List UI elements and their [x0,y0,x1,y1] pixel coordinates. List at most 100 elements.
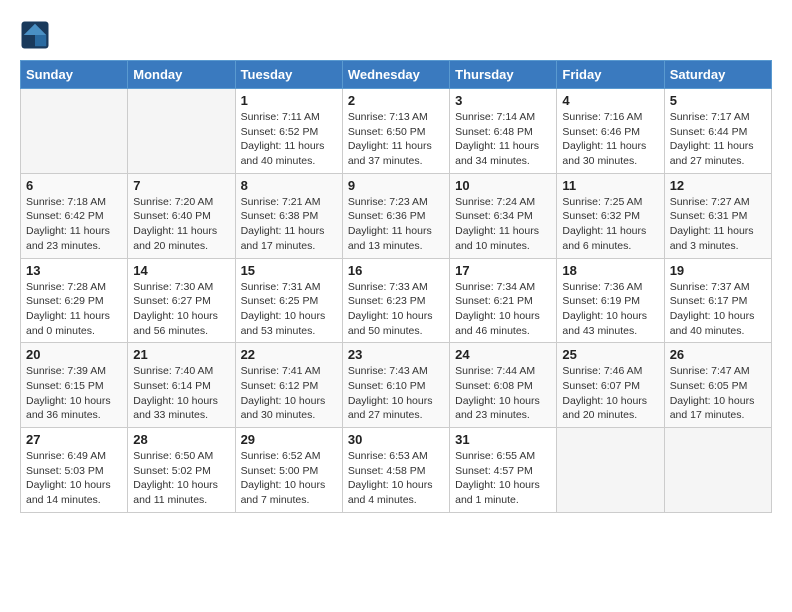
day-number: 17 [455,263,551,278]
calendar-cell [557,428,664,513]
day-number: 11 [562,178,658,193]
calendar-cell: 22 Sunrise: 7:41 AM Sunset: 6:12 PM Dayli… [235,343,342,428]
calendar-cell: 18 Sunrise: 7:36 AM Sunset: 6:19 PM Dayli… [557,258,664,343]
day-number: 10 [455,178,551,193]
calendar-table: SundayMondayTuesdayWednesdayThursdayFrid… [20,60,772,513]
day-number: 5 [670,93,766,108]
day-detail: Sunrise: 7:41 AM Sunset: 6:12 PM Dayligh… [241,364,337,423]
day-number: 3 [455,93,551,108]
calendar-week-row: 13 Sunrise: 7:28 AM Sunset: 6:29 PM Dayli… [21,258,772,343]
day-detail: Sunrise: 7:44 AM Sunset: 6:08 PM Dayligh… [455,364,551,423]
calendar-cell: 26 Sunrise: 7:47 AM Sunset: 6:05 PM Dayli… [664,343,771,428]
day-of-week-header: Monday [128,61,235,89]
calendar-cell: 4 Sunrise: 7:16 AM Sunset: 6:46 PM Daylig… [557,89,664,174]
calendar-cell: 24 Sunrise: 7:44 AM Sunset: 6:08 PM Dayli… [450,343,557,428]
day-detail: Sunrise: 7:18 AM Sunset: 6:42 PM Dayligh… [26,195,122,254]
logo [20,20,54,50]
day-number: 26 [670,347,766,362]
day-number: 19 [670,263,766,278]
calendar-cell: 16 Sunrise: 7:33 AM Sunset: 6:23 PM Dayli… [342,258,449,343]
day-number: 8 [241,178,337,193]
day-detail: Sunrise: 6:53 AM Sunset: 4:58 PM Dayligh… [348,449,444,508]
day-number: 22 [241,347,337,362]
day-number: 12 [670,178,766,193]
calendar-cell: 5 Sunrise: 7:17 AM Sunset: 6:44 PM Daylig… [664,89,771,174]
day-number: 2 [348,93,444,108]
day-number: 28 [133,432,229,447]
day-number: 4 [562,93,658,108]
day-number: 6 [26,178,122,193]
day-detail: Sunrise: 7:37 AM Sunset: 6:17 PM Dayligh… [670,280,766,339]
calendar-week-row: 20Sunrise: 7:39 AM Sunset: 6:15 PM Dayli… [21,343,772,428]
day-detail: Sunrise: 7:13 AM Sunset: 6:50 PM Dayligh… [348,110,444,169]
day-detail: Sunrise: 7:33 AM Sunset: 6:23 PM Dayligh… [348,280,444,339]
day-of-week-header: Saturday [664,61,771,89]
day-detail: Sunrise: 7:43 AM Sunset: 6:10 PM Dayligh… [348,364,444,423]
calendar-cell: 30 Sunrise: 6:53 AM Sunset: 4:58 PM Dayli… [342,428,449,513]
calendar-cell: 6 Sunrise: 7:18 AM Sunset: 6:42 PM Daylig… [21,173,128,258]
calendar-cell: 21Sunrise: 7:40 AM Sunset: 6:14 PM Dayli… [128,343,235,428]
day-detail: Sunrise: 6:52 AM Sunset: 5:00 PM Dayligh… [241,449,337,508]
calendar-cell: 8 Sunrise: 7:21 AM Sunset: 6:38 PM Daylig… [235,173,342,258]
day-number: 18 [562,263,658,278]
day-detail: Sunrise: 7:47 AM Sunset: 6:05 PM Dayligh… [670,364,766,423]
day-detail: Sunrise: 7:23 AM Sunset: 6:36 PM Dayligh… [348,195,444,254]
calendar-header-row: SundayMondayTuesdayWednesdayThursdayFrid… [21,61,772,89]
calendar-cell: 25Sunrise: 7:46 AM Sunset: 6:07 PM Dayli… [557,343,664,428]
day-number: 27 [26,432,122,447]
day-detail: Sunrise: 7:46 AM Sunset: 6:07 PM Dayligh… [562,364,658,423]
day-number: 7 [133,178,229,193]
day-detail: Sunrise: 7:14 AM Sunset: 6:48 PM Dayligh… [455,110,551,169]
day-number: 24 [455,347,551,362]
day-of-week-header: Wednesday [342,61,449,89]
day-detail: Sunrise: 7:20 AM Sunset: 6:40 PM Dayligh… [133,195,229,254]
day-detail: Sunrise: 7:36 AM Sunset: 6:19 PM Dayligh… [562,280,658,339]
day-detail: Sunrise: 7:27 AM Sunset: 6:31 PM Dayligh… [670,195,766,254]
day-of-week-header: Tuesday [235,61,342,89]
calendar-cell: 13 Sunrise: 7:28 AM Sunset: 6:29 PM Dayli… [21,258,128,343]
day-detail: Sunrise: 7:28 AM Sunset: 6:29 PM Dayligh… [26,280,122,339]
calendar-cell: 20Sunrise: 7:39 AM Sunset: 6:15 PM Dayli… [21,343,128,428]
day-number: 1 [241,93,337,108]
day-detail: Sunrise: 7:16 AM Sunset: 6:46 PM Dayligh… [562,110,658,169]
day-number: 23 [348,347,444,362]
calendar-cell: 11 Sunrise: 7:25 AM Sunset: 6:32 PM Dayli… [557,173,664,258]
calendar-cell: 9 Sunrise: 7:23 AM Sunset: 6:36 PM Daylig… [342,173,449,258]
day-number: 16 [348,263,444,278]
calendar-cell: 7 Sunrise: 7:20 AM Sunset: 6:40 PM Daylig… [128,173,235,258]
day-detail: Sunrise: 7:17 AM Sunset: 6:44 PM Dayligh… [670,110,766,169]
calendar-cell: 29Sunrise: 6:52 AM Sunset: 5:00 PM Dayli… [235,428,342,513]
calendar-cell: 23 Sunrise: 7:43 AM Sunset: 6:10 PM Dayli… [342,343,449,428]
day-of-week-header: Friday [557,61,664,89]
day-detail: Sunrise: 7:21 AM Sunset: 6:38 PM Dayligh… [241,195,337,254]
day-number: 30 [348,432,444,447]
day-detail: Sunrise: 7:39 AM Sunset: 6:15 PM Dayligh… [26,364,122,423]
calendar-cell: 31Sunrise: 6:55 AM Sunset: 4:57 PM Dayli… [450,428,557,513]
day-number: 9 [348,178,444,193]
calendar-cell: 3 Sunrise: 7:14 AM Sunset: 6:48 PM Daylig… [450,89,557,174]
day-detail: Sunrise: 7:25 AM Sunset: 6:32 PM Dayligh… [562,195,658,254]
calendar-cell [128,89,235,174]
calendar-cell [21,89,128,174]
page-header [20,20,772,50]
day-of-week-header: Sunday [21,61,128,89]
day-number: 15 [241,263,337,278]
day-number: 13 [26,263,122,278]
day-number: 21 [133,347,229,362]
day-number: 14 [133,263,229,278]
day-detail: Sunrise: 6:49 AM Sunset: 5:03 PM Dayligh… [26,449,122,508]
calendar-cell: 28Sunrise: 6:50 AM Sunset: 5:02 PM Dayli… [128,428,235,513]
calendar-cell: 15 Sunrise: 7:31 AM Sunset: 6:25 PM Dayli… [235,258,342,343]
calendar-cell: 19 Sunrise: 7:37 AM Sunset: 6:17 PM Dayli… [664,258,771,343]
day-detail: Sunrise: 7:34 AM Sunset: 6:21 PM Dayligh… [455,280,551,339]
day-number: 31 [455,432,551,447]
day-detail: Sunrise: 7:31 AM Sunset: 6:25 PM Dayligh… [241,280,337,339]
day-of-week-header: Thursday [450,61,557,89]
calendar-cell: 12 Sunrise: 7:27 AM Sunset: 6:31 PM Dayli… [664,173,771,258]
calendar-cell: 1 Sunrise: 7:11 AM Sunset: 6:52 PM Daylig… [235,89,342,174]
calendar-cell [664,428,771,513]
day-detail: Sunrise: 7:24 AM Sunset: 6:34 PM Dayligh… [455,195,551,254]
day-detail: Sunrise: 7:11 AM Sunset: 6:52 PM Dayligh… [241,110,337,169]
calendar-cell: 10 Sunrise: 7:24 AM Sunset: 6:34 PM Dayli… [450,173,557,258]
calendar-week-row: 1 Sunrise: 7:11 AM Sunset: 6:52 PM Daylig… [21,89,772,174]
